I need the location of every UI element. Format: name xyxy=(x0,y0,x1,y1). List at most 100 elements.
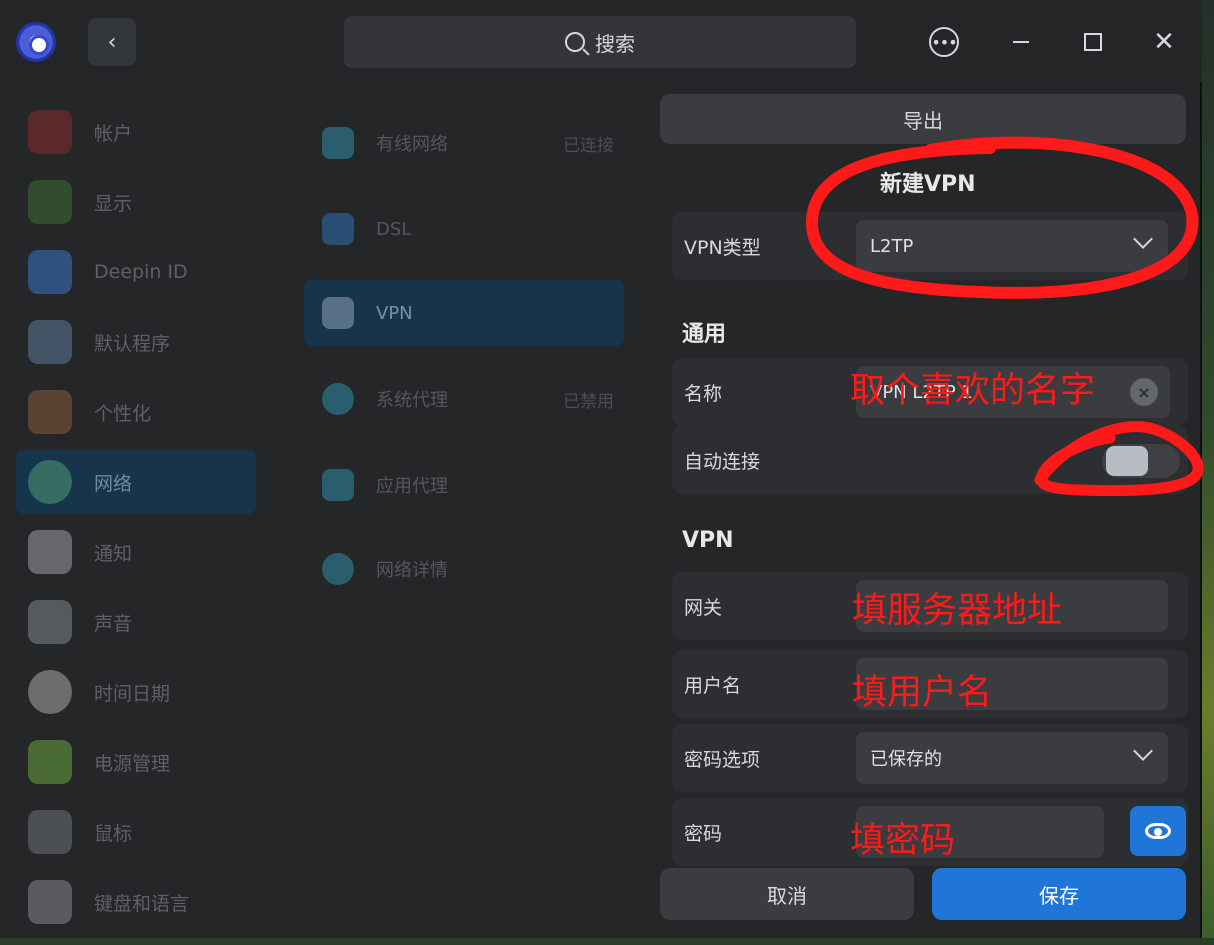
network-list-item-label: 有线网络 xyxy=(376,134,448,155)
username-label: 用户名 xyxy=(684,674,742,697)
search-placeholder: 搜索 xyxy=(595,31,635,56)
sidebar-item[interactable]: 声音 xyxy=(16,590,256,654)
vpn-type-value: L2TP xyxy=(870,235,914,257)
titlebar: ‹ 搜索 ••• ✕ xyxy=(0,0,1202,82)
network-list-item-status: 已禁用 xyxy=(563,391,614,412)
sidebar-item-label: 帐户 xyxy=(94,122,133,145)
vpn-form-panel: 导出 新建VPN VPN类型 L2TP 通用 名称 VPN L2TP 1 × 自… xyxy=(648,82,1202,938)
general-section-title: 通用 xyxy=(682,322,727,347)
sidebar: 帐户显示 Deepin ID 默认程序个性化网络通知声音时间日期电源管理鼠标键盘和语… xyxy=(0,82,272,938)
sidebar-item[interactable]: 鼠标 xyxy=(16,800,256,864)
sidebar-item[interactable]: 帐户 xyxy=(16,100,256,164)
sidebar-item-label: 显示 xyxy=(94,192,133,215)
toggle-knob xyxy=(1106,446,1148,476)
default-apps-icon xyxy=(28,320,72,364)
auto-connect-label: 自动连接 xyxy=(684,450,761,473)
personalization-icon xyxy=(28,390,72,434)
show-password-button[interactable] xyxy=(1130,806,1186,856)
keyboard-icon xyxy=(28,880,72,924)
wired-icon xyxy=(322,127,354,159)
info-icon xyxy=(322,553,354,585)
sidebar-item[interactable]: 个性化 xyxy=(16,380,256,444)
close-icon[interactable]: ✕ xyxy=(1148,26,1180,58)
sidebar-item-label: 时间日期 xyxy=(94,682,171,705)
display-icon xyxy=(28,180,72,224)
cancel-button[interactable]: 取消 xyxy=(660,868,914,920)
password-option-value: 已保存的 xyxy=(870,749,942,770)
network-list-item-label: 网络详情 xyxy=(376,560,448,581)
desktop-background xyxy=(1202,0,1214,945)
sidebar-item[interactable]: 时间日期 xyxy=(16,660,256,724)
network-list-item[interactable]: DSL xyxy=(304,196,624,262)
annotation-gateway-hint: 填服务器地址 xyxy=(852,591,1063,631)
sidebar-item-label: 默认程序 xyxy=(94,332,171,355)
mouse-icon xyxy=(28,810,72,854)
form-title: 新建VPN xyxy=(880,172,976,197)
maximize-icon[interactable] xyxy=(1077,26,1109,58)
network-list-item-status: 已连接 xyxy=(563,135,614,156)
annotation-username-hint: 填用户名 xyxy=(852,673,993,713)
system-proxy-icon xyxy=(322,383,354,415)
password-option-select[interactable]: 已保存的 xyxy=(856,732,1168,784)
sidebar-item[interactable]: 默认程序 xyxy=(16,310,256,374)
password-option-label: 密码选项 xyxy=(684,748,761,771)
vpn-type-row: VPN类型 L2TP xyxy=(672,212,1188,280)
network-list-item-label: VPN xyxy=(376,302,413,324)
chevron-down-icon xyxy=(1133,229,1153,249)
control-center-logo-icon xyxy=(16,22,56,62)
export-button[interactable]: 导出 xyxy=(660,94,1186,144)
vpn-type-label: VPN类型 xyxy=(684,236,761,259)
annotation-password-hint: 填密码 xyxy=(850,821,956,861)
sidebar-item-label: 通知 xyxy=(94,542,133,565)
annotation-name-hint: 取个喜欢的名字 xyxy=(850,371,1096,411)
network-list-item[interactable]: 有线网络 已连接 xyxy=(304,110,624,176)
sidebar-item-label: 鼠标 xyxy=(94,822,133,845)
sidebar-item[interactable]: Deepin ID xyxy=(16,240,256,304)
network-icon xyxy=(28,460,72,504)
save-button[interactable]: 保存 xyxy=(932,868,1186,920)
network-list: 有线网络 已连接 DSL VPN 系统代理 已禁用应用代理网络详情 xyxy=(290,82,634,938)
search-icon xyxy=(565,32,585,52)
chevron-left-icon: ‹ xyxy=(107,29,117,55)
network-list-item[interactable]: VPN xyxy=(304,280,624,346)
vpn-type-select[interactable]: L2TP xyxy=(856,220,1168,272)
clear-icon[interactable]: × xyxy=(1130,378,1158,406)
clock-icon xyxy=(28,670,72,714)
notification-icon xyxy=(28,530,72,574)
app-proxy-icon xyxy=(322,469,354,501)
settings-window: ‹ 搜索 ••• ✕ 帐户显示 Deepin ID 默认程序个性化网络通知声音时间日… xyxy=(0,0,1202,938)
network-list-item-label: 系统代理 xyxy=(376,390,448,411)
sidebar-item[interactable]: 电源管理 xyxy=(16,730,256,794)
desktop-background-bottom xyxy=(0,938,1214,945)
account-icon xyxy=(28,110,72,154)
sidebar-item[interactable]: 网络 xyxy=(16,450,256,514)
network-list-item[interactable]: 网络详情 xyxy=(304,536,624,602)
name-label: 名称 xyxy=(684,382,723,405)
network-list-item-label: 应用代理 xyxy=(376,476,448,497)
password-label: 密码 xyxy=(684,822,723,845)
auto-connect-row: 自动连接 xyxy=(672,426,1188,494)
gateway-label: 网关 xyxy=(684,596,723,619)
network-list-item[interactable]: 应用代理 xyxy=(304,452,624,518)
more-icon[interactable]: ••• xyxy=(929,27,959,57)
sidebar-item-label: Deepin ID xyxy=(94,261,188,283)
network-list-item[interactable]: 系统代理 已禁用 xyxy=(304,366,624,432)
sidebar-item[interactable]: 键盘和语言 xyxy=(16,870,256,934)
eye-icon xyxy=(1145,823,1171,839)
sidebar-item-label: 网络 xyxy=(94,472,133,495)
sidebar-item-label: 键盘和语言 xyxy=(94,892,190,915)
sidebar-item-label: 声音 xyxy=(94,612,133,635)
network-list-item-label: DSL xyxy=(376,218,412,240)
sidebar-item[interactable]: 显示 xyxy=(16,170,256,234)
power-icon xyxy=(28,740,72,784)
back-button[interactable]: ‹ xyxy=(88,18,136,66)
minimize-icon[interactable] xyxy=(1005,26,1037,58)
vpn-icon xyxy=(322,297,354,329)
cloud-icon xyxy=(28,250,72,294)
sound-icon xyxy=(28,600,72,644)
search-input[interactable]: 搜索 xyxy=(344,16,856,68)
vpn-section-title: VPN xyxy=(682,528,734,553)
sidebar-item-label: 电源管理 xyxy=(94,752,171,775)
sidebar-item[interactable]: 通知 xyxy=(16,520,256,584)
auto-connect-toggle[interactable] xyxy=(1102,444,1180,478)
